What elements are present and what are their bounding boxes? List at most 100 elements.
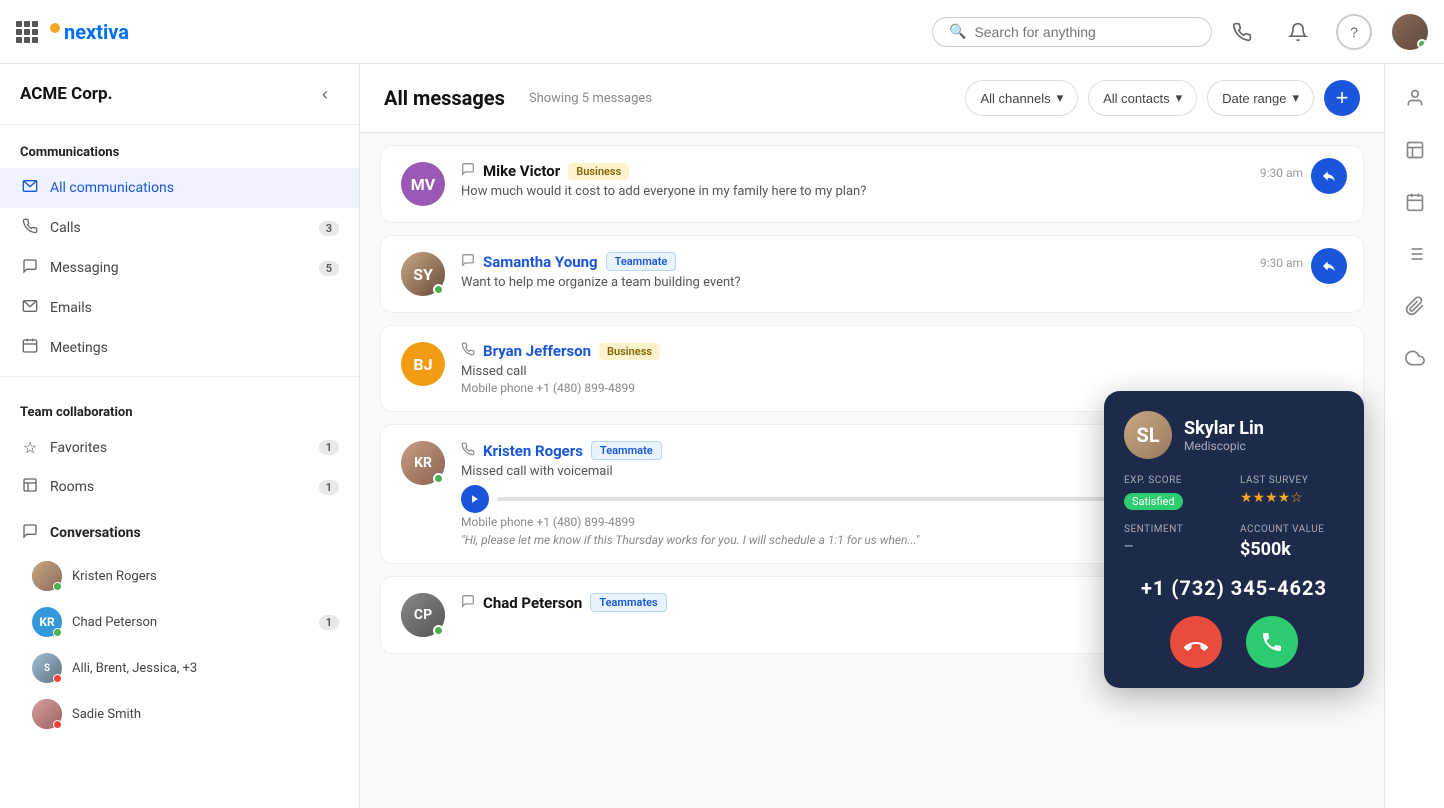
call-card: SL Skylar Lin Mediscopic EXP. SCORE Sati…: [1104, 391, 1364, 688]
messaging-label: Messaging: [50, 260, 309, 276]
avatar: KR: [401, 441, 445, 485]
search-icon: 🔍: [949, 24, 966, 40]
convo-chad-peterson[interactable]: KR Chad Peterson 1: [0, 599, 359, 645]
sentiment-box: SENTIMENT —: [1124, 524, 1228, 560]
call-stats2: SENTIMENT — ACCOUNT VALUE $500k: [1124, 524, 1344, 560]
filter-contacts-button[interactable]: All contacts ▾: [1088, 80, 1197, 116]
chat-icon: [461, 594, 475, 612]
sidebar-item-rooms[interactable]: Rooms 1: [0, 467, 359, 507]
call-actions: [1124, 616, 1344, 668]
bell-icon[interactable]: [1280, 14, 1316, 50]
sidebar-item-meetings[interactable]: Meetings: [0, 328, 359, 368]
table-row[interactable]: MV Mike Victor Business How much would i…: [380, 145, 1364, 223]
message-tag: Business: [568, 163, 629, 180]
accept-call-button[interactable]: [1246, 616, 1298, 668]
reply-button[interactable]: [1311, 248, 1347, 284]
sidebar-item-favorites[interactable]: ☆ Favorites 1: [0, 428, 359, 467]
phone-icon[interactable]: [1224, 14, 1260, 50]
page-title: All messages: [384, 86, 505, 110]
main-content: All messages Showing 5 messages All chan…: [360, 64, 1384, 808]
convo-avatar-alli: S: [32, 653, 62, 683]
main-header: All messages Showing 5 messages All chan…: [360, 64, 1384, 133]
all-comms-label: All communications: [50, 180, 339, 196]
communications-section-label: Communications: [0, 125, 359, 168]
message-tag: Business: [599, 343, 660, 360]
building-icon[interactable]: [1397, 132, 1433, 168]
chat-icon: [461, 253, 475, 271]
last-survey-box: LAST SURVEY ★★★★☆: [1240, 475, 1344, 510]
msg-body: Mike Victor Business How much would it c…: [461, 162, 1343, 199]
convo-kristen-rogers[interactable]: Kristen Rogers: [0, 553, 359, 599]
sidebar-item-emails[interactable]: Emails: [0, 288, 359, 328]
reply-button[interactable]: [1311, 158, 1347, 194]
table-row[interactable]: SY Samantha Young Teammate Want to help …: [380, 235, 1364, 313]
sidebar-item-all-communications[interactable]: All communications: [0, 168, 359, 208]
call-contact-info: Skylar Lin Mediscopic: [1184, 418, 1264, 453]
play-button[interactable]: [461, 485, 489, 513]
list-icon[interactable]: [1397, 236, 1433, 272]
sidebar-conversations-header: Conversations: [0, 507, 359, 553]
end-call-button[interactable]: [1170, 616, 1222, 668]
conversations-label: Conversations: [50, 525, 339, 541]
add-button[interactable]: +: [1324, 80, 1360, 116]
message-tag: Teammates: [590, 593, 666, 612]
msg-body: Bryan Jefferson Business Missed call Mob…: [461, 342, 1343, 395]
convo-avatar-kristen: [32, 561, 62, 591]
section-divider: [0, 376, 359, 377]
chevron-down-icon: ▾: [1176, 90, 1183, 106]
showing-count: Showing 5 messages: [529, 91, 652, 106]
search-input[interactable]: [974, 24, 1195, 40]
chat-icon: [461, 162, 475, 180]
exp-score-label: EXP. SCORE: [1124, 475, 1228, 486]
account-value: $500k: [1240, 539, 1344, 560]
online-status: [1417, 39, 1427, 49]
help-icon[interactable]: ?: [1336, 14, 1372, 50]
call-avatar: SL: [1124, 411, 1172, 459]
exp-score-box: EXP. SCORE Satisfied: [1124, 475, 1228, 510]
call-contact-name: Skylar Lin: [1184, 418, 1264, 439]
favorites-label: Favorites: [50, 440, 309, 456]
rooms-label: Rooms: [50, 479, 309, 495]
phone-icon: [461, 442, 475, 460]
convo-badge-chad: 1: [319, 615, 339, 630]
paperclip-icon[interactable]: [1397, 288, 1433, 324]
msg-header: Mike Victor Business: [461, 162, 1343, 180]
message-tag: Teammate: [591, 441, 662, 460]
search-bar[interactable]: 🔍: [932, 17, 1212, 47]
convo-avatar-chad: KR: [32, 607, 62, 637]
call-phone-number: +1 (732) 345-4623: [1124, 576, 1344, 600]
sender-name: Bryan Jefferson: [483, 342, 591, 360]
calendar-icon[interactable]: [1397, 184, 1433, 220]
msg-header: Samantha Young Teammate: [461, 252, 1343, 271]
avatar: MV: [401, 162, 445, 206]
contact-icon[interactable]: [1397, 80, 1433, 116]
message-text: How much would it cost to add everyone i…: [461, 184, 1343, 199]
nav-icons: ?: [1224, 14, 1428, 50]
convo-name-alli: Alli, Brent, Jessica, +3: [72, 661, 339, 676]
sidebar-item-calls[interactable]: Calls 3: [0, 208, 359, 248]
calls-badge: 3: [319, 221, 339, 236]
exp-score-value: Satisfied: [1124, 493, 1183, 510]
convo-avatar-sadie: [32, 699, 62, 729]
user-avatar[interactable]: [1392, 14, 1428, 50]
sidebar-header: ACME Corp. ‹: [0, 64, 359, 125]
sentiment-label: SENTIMENT: [1124, 524, 1228, 535]
collapse-button[interactable]: ‹: [311, 80, 339, 108]
message-text: Missed call: [461, 364, 1343, 379]
favorites-icon: ☆: [20, 438, 40, 457]
all-comms-icon: [20, 178, 40, 198]
sidebar-item-messaging[interactable]: Messaging 5: [0, 248, 359, 288]
filter-date-button[interactable]: Date range ▾: [1207, 80, 1314, 116]
calls-icon: [20, 218, 40, 238]
conversations-icon: [20, 523, 40, 543]
convo-sadie-smith[interactable]: Sadie Smith: [0, 691, 359, 737]
filter-channels-button[interactable]: All channels ▾: [965, 80, 1078, 116]
favorites-badge: 1: [319, 440, 339, 455]
grid-icon[interactable]: [16, 21, 38, 43]
meetings-icon: [20, 338, 40, 358]
message-time: 9:30 am: [1260, 256, 1303, 270]
cloud-icon[interactable]: [1397, 340, 1433, 376]
calls-label: Calls: [50, 220, 309, 236]
logo[interactable]: nextiva: [50, 20, 129, 44]
convo-alli-brent[interactable]: S Alli, Brent, Jessica, +3: [0, 645, 359, 691]
